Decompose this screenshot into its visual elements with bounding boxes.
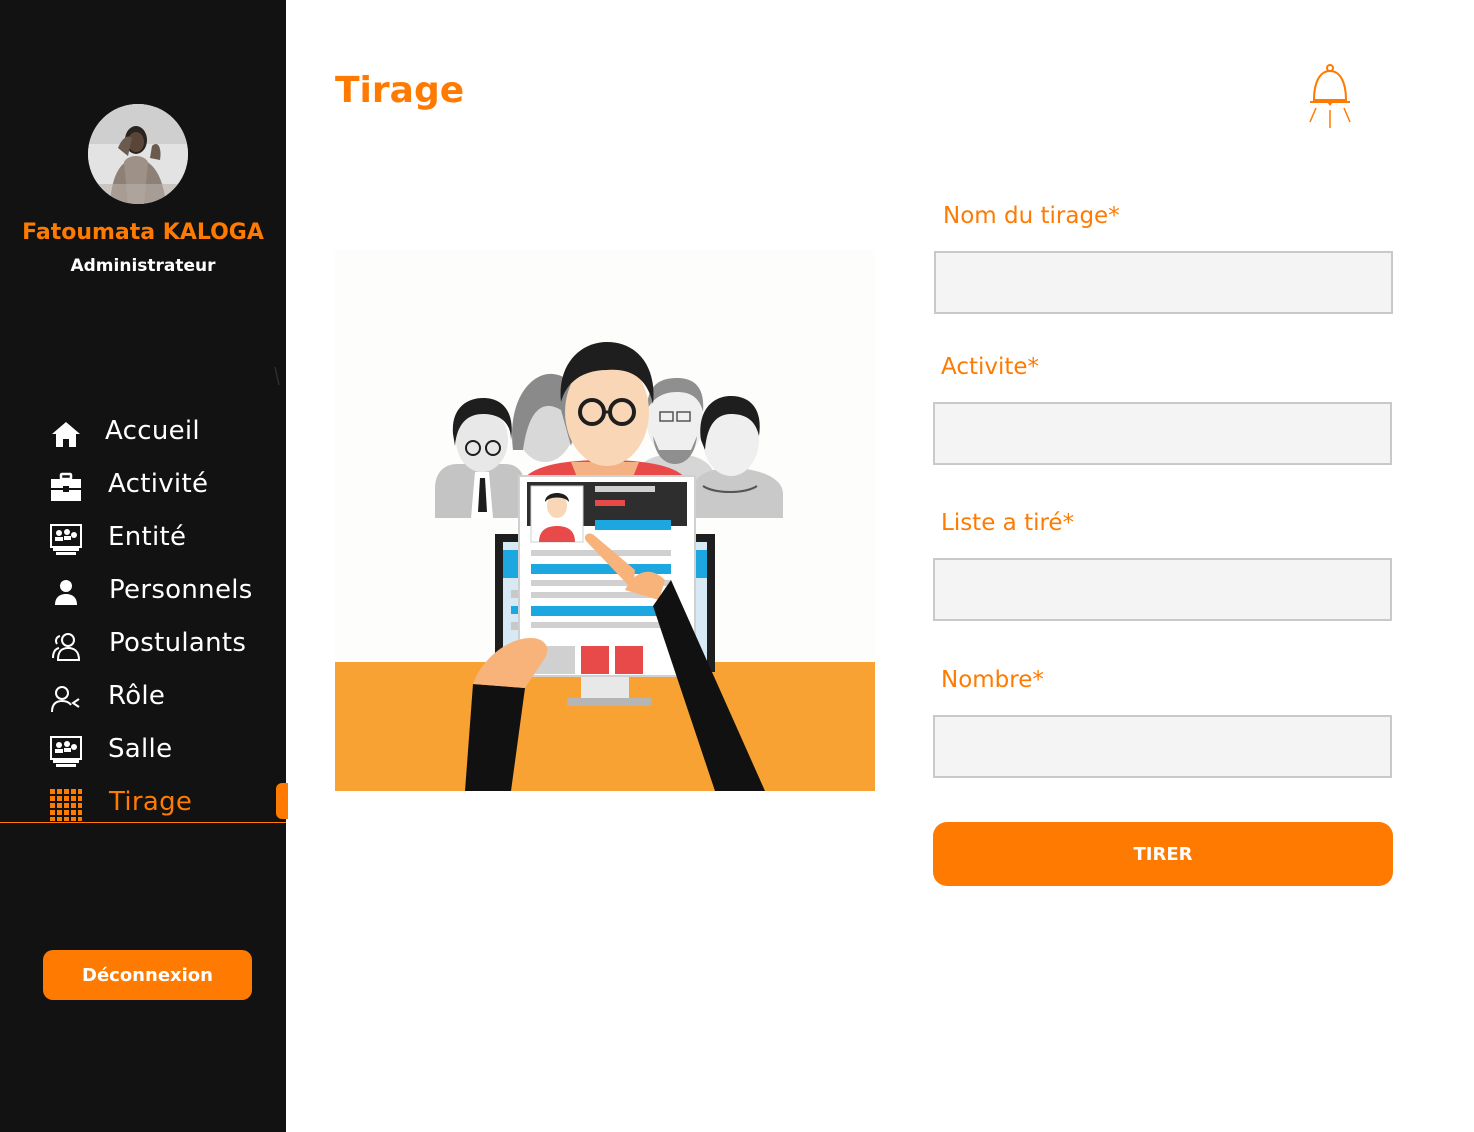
nombre-label: Nombre* <box>941 667 1044 693</box>
active-underline <box>0 822 286 823</box>
bell-icon[interactable] <box>1306 62 1354 132</box>
tirer-button[interactable]: TIRER <box>933 822 1393 886</box>
sidebar-item-label: Rôle <box>108 681 166 711</box>
liste-a-tire-label: Liste a tiré* <box>941 510 1075 536</box>
classroom-icon <box>50 736 82 767</box>
sidebar-item-activite[interactable]: Activité <box>0 459 286 512</box>
sidebar-item-label: Personnels <box>109 575 253 605</box>
sidebar-item-label: Postulants <box>109 628 247 658</box>
sidebar-item-salle[interactable]: Salle <box>0 724 286 777</box>
page-title: Tirage <box>335 70 465 111</box>
avatar-photo <box>88 104 188 204</box>
sidebar-item-postulants[interactable]: Postulants <box>0 618 286 671</box>
sidebar-item-personnels[interactable]: Personnels <box>0 565 286 618</box>
home-icon <box>52 422 80 447</box>
liste-a-tire-input[interactable] <box>933 558 1392 621</box>
nombre-input[interactable] <box>933 715 1392 778</box>
briefcase-icon <box>51 472 81 501</box>
user-name: Fatoumata KALOGA <box>22 220 264 245</box>
recruitment-illustration <box>335 250 875 791</box>
user-role-icon <box>51 686 80 713</box>
avatar[interactable] <box>88 104 188 204</box>
nom-du-tirage-label: Nom du tirage* <box>943 203 1120 229</box>
nom-du-tirage-input[interactable] <box>934 251 1393 314</box>
divider-mark <box>274 366 280 386</box>
sidebar: Fatoumata KALOGA Administrateur Accueil … <box>0 0 288 1132</box>
person-icon <box>55 580 77 605</box>
user-role: Administrateur <box>70 256 216 276</box>
logout-button[interactable]: Déconnexion <box>43 950 252 1000</box>
sidebar-item-label: Accueil <box>105 416 200 446</box>
activite-label: Activite* <box>941 354 1040 380</box>
sidebar-item-entite[interactable]: Entité <box>0 512 286 565</box>
sidebar-item-role[interactable]: Rôle <box>0 671 286 724</box>
sidebar-item-label: Activité <box>108 469 209 499</box>
classroom-icon <box>50 524 82 555</box>
sidebar-item-label: Tirage <box>109 787 193 817</box>
active-indicator <box>276 783 288 819</box>
activite-input[interactable] <box>933 402 1392 465</box>
sidebar-item-accueil[interactable]: Accueil <box>0 406 286 459</box>
grid-icon <box>50 789 82 821</box>
sidebar-item-label: Entité <box>108 522 187 552</box>
sidebar-item-label: Salle <box>108 734 173 764</box>
users-outline-icon <box>52 633 81 661</box>
